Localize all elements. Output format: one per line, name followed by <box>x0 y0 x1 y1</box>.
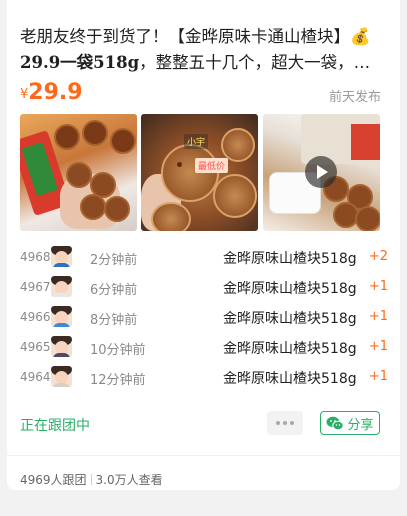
order-row[interactable]: 4967 6分钟前 金晔原味山楂块518g +1 <box>20 273 388 303</box>
post-title[interactable]: 老朋友终于到货了！【金晔原味卡通山楂块】💰 29.9一袋518g，整整五十几个，… <box>20 24 386 76</box>
order-product: 金晔原味山楂块518g <box>223 371 357 387</box>
title-line1: 老朋友终于到货了！【金晔原味卡通山楂块】 <box>20 27 350 46</box>
product-photo-2[interactable]: 小宇 最低价 <box>141 114 258 231</box>
share-label: 分享 <box>347 417 374 433</box>
order-product: 金晔原味山楂块518g <box>223 251 357 267</box>
avatar <box>51 336 72 357</box>
order-row[interactable]: 4968 2分钟前 金晔原味山楂块518g +2 <box>20 243 388 273</box>
order-row[interactable]: 4965 10分钟前 金晔原味山楂块518g +1 <box>20 333 388 363</box>
joined-count: 4969人跟团 <box>20 473 87 487</box>
order-qty: +1 <box>368 339 388 354</box>
more-dots-icon[interactable] <box>267 411 303 435</box>
group-buy-card[interactable]: 老朋友终于到货了！【金晔原味卡通山楂块】💰 29.9一袋518g，整整五十几个，… <box>7 0 400 490</box>
avatar <box>51 246 72 267</box>
order-product: 金晔原味山楂块518g <box>223 311 357 327</box>
photo-gallery: 小宇 最低价 <box>20 114 388 231</box>
title-price: 29.9一袋518g <box>20 53 140 72</box>
wechat-icon <box>326 416 345 430</box>
order-qty: +1 <box>368 309 388 324</box>
order-qty: +2 <box>368 249 388 264</box>
avatar <box>51 366 72 387</box>
photo-tag-1: 小宇 <box>184 134 209 149</box>
order-list: 4968 2分钟前 金晔原味山楂块518g +2 4967 6分钟前 金晔原味山… <box>20 243 388 393</box>
order-product: 金晔原味山楂块518g <box>223 341 357 357</box>
photo-tag-2: 最低价 <box>195 158 229 173</box>
order-row[interactable]: 4966 8分钟前 金晔原味山楂块518g +1 <box>20 303 388 333</box>
title-line2: ，整整五十几个，超大一袋，聚… <box>139 53 386 72</box>
money-bag-icon: 💰 <box>350 27 371 46</box>
product-photo-1[interactable] <box>20 114 137 231</box>
play-icon[interactable] <box>305 156 337 188</box>
order-index: 4965 <box>20 340 51 354</box>
order-time: 10分钟前 <box>90 343 146 358</box>
avatar <box>51 306 72 327</box>
order-qty: +1 <box>368 369 388 384</box>
price-amount: 29.9 <box>28 80 83 105</box>
price: ¥29.9 <box>20 80 83 105</box>
divider <box>7 455 400 456</box>
order-product: 金晔原味山楂块518g <box>223 281 357 297</box>
view-count: 3.0万人查看 <box>95 473 163 487</box>
order-time: 12分钟前 <box>90 373 146 388</box>
order-time: 6分钟前 <box>90 283 138 298</box>
avatar <box>51 276 72 297</box>
product-video-thumb[interactable] <box>263 114 380 231</box>
following-status[interactable]: 正在跟团中 <box>20 415 90 435</box>
order-time: 2分钟前 <box>90 253 138 268</box>
order-index: 4968 <box>20 250 51 264</box>
posted-time: 前天发布 <box>328 90 381 105</box>
order-qty: +1 <box>368 279 388 294</box>
order-index: 4967 <box>20 280 51 294</box>
order-index: 4964 <box>20 370 51 384</box>
share-button[interactable]: 分享 <box>320 411 380 435</box>
footer-stats: 4969人跟团 3.0万人查看 <box>20 471 163 488</box>
order-index: 4966 <box>20 310 51 324</box>
order-time: 8分钟前 <box>90 313 138 328</box>
order-row[interactable]: 4964 12分钟前 金晔原味山楂块518g +1 <box>20 363 388 393</box>
